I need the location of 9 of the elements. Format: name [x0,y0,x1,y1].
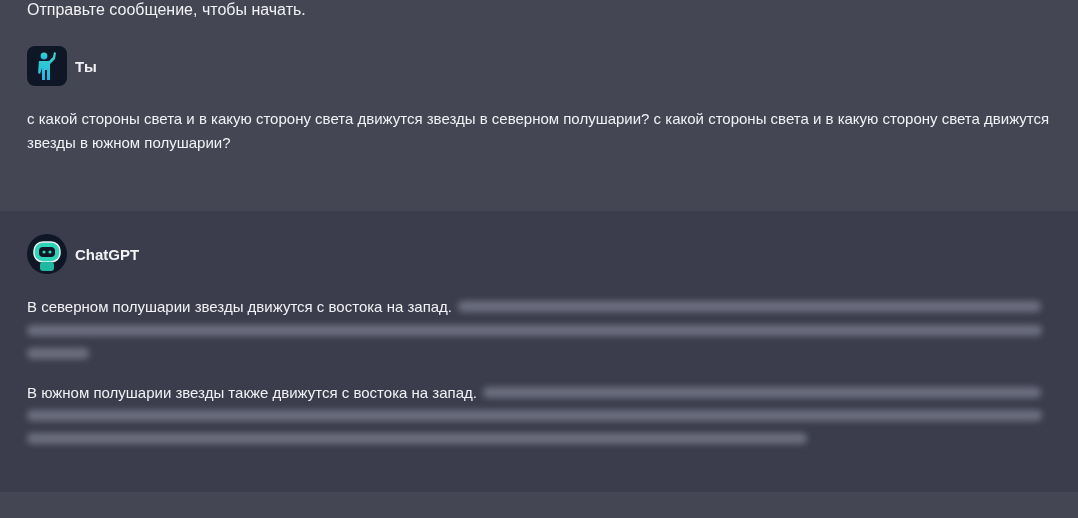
robot-avatar-icon [27,234,67,274]
message-text: В южном полушарии звезды также движутся с востока на запад. [27,382,477,403]
author-name: Ты [75,57,97,75]
intro-text: Отправьте сообщение, чтобы начать. [27,0,306,20]
message-text: В северном полушарии звезды движутся с востока на запад. [27,297,453,317]
author-name: ChatGPT [75,245,140,263]
avatar-icon [27,46,67,86]
blurred-text [27,347,89,359]
message-text: с какой стороны света и в какую сторону света движутся звезды в северном полушарии? с какой стороны света и в какую сторону света движутся звезды в южном полушарии? [27,109,1051,153]
